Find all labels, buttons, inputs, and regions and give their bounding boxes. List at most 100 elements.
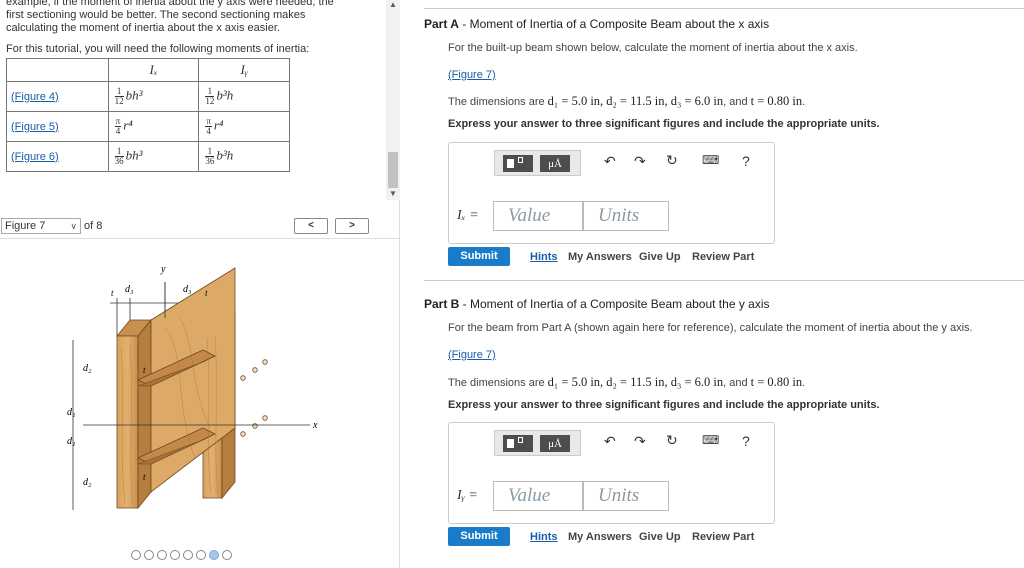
part-b-answer-box: μÅ ↶ ↷ ↻ ⌨ ? Iᵧ = Value Units xyxy=(448,422,775,524)
undo-icon[interactable]: ↶ xyxy=(604,433,616,450)
d1-label: d₁ xyxy=(67,436,75,447)
iy-equation-label: Iᵧ = xyxy=(457,488,478,503)
value-input[interactable]: Value xyxy=(493,201,583,231)
d1-label: d₁ xyxy=(67,407,75,418)
hints-link[interactable]: Hints xyxy=(530,531,558,543)
intro-line: calculating the moment of inertia about … xyxy=(6,22,280,34)
y-axis-label: y xyxy=(160,264,166,275)
table-row: (Figure 6) 1 36 bh³ 1 36 b³h xyxy=(6,141,290,172)
part-a-figure-link[interactable]: (Figure 7) xyxy=(448,69,496,81)
table-cell-ix: 1 36 bh³ xyxy=(107,141,200,172)
ix-equation-label: Iₓ = xyxy=(457,208,479,223)
divider xyxy=(0,238,400,239)
keyboard-icon[interactable]: ⌨ xyxy=(702,153,719,167)
pager-dot[interactable] xyxy=(157,550,167,560)
part-b-title: Part B - Moment of Inertia of a Composit… xyxy=(424,297,770,311)
table-cell-iy: 1 12 b³h xyxy=(198,81,290,112)
table-cell-iy: π 4 r⁴ xyxy=(198,111,290,142)
reset-icon[interactable]: ↻ xyxy=(666,152,678,169)
templates-icon xyxy=(503,155,533,172)
x-axis-label: x xyxy=(312,420,318,431)
pager-dot[interactable] xyxy=(196,550,206,560)
redo-icon[interactable]: ↷ xyxy=(634,153,646,170)
part-a-instruction: For the built-up beam shown below, calcu… xyxy=(448,42,858,54)
scroll-down-icon[interactable]: ▼ xyxy=(389,189,397,198)
part-b-instruction: For the beam from Part A (shown again he… xyxy=(448,322,973,334)
math-toolbar: μÅ ↶ ↷ ↻ ⌨ ? xyxy=(494,430,774,456)
review-part-link[interactable]: Review Part xyxy=(692,251,754,263)
pager-dot[interactable] xyxy=(144,550,154,560)
part-b-figure-link[interactable]: (Figure 7) xyxy=(448,349,496,361)
intro-line: example, if the moment of inertia about … xyxy=(6,0,334,8)
prev-figure-button[interactable]: < xyxy=(294,218,328,234)
help-icon[interactable]: ? xyxy=(742,153,750,169)
my-answers-link[interactable]: My Answers xyxy=(568,251,632,263)
figure-5-link[interactable]: (Figure 5) xyxy=(11,121,59,133)
templates-icon xyxy=(503,435,533,452)
my-answers-link[interactable]: My Answers xyxy=(568,531,632,543)
figure-select[interactable]: Figure 7 ∨ xyxy=(1,218,81,234)
undo-icon[interactable]: ↶ xyxy=(604,153,616,170)
chevron-down-icon: ∨ xyxy=(70,221,77,231)
part-a-submit-button[interactable]: Submit xyxy=(448,247,510,266)
part-b-express: Express your answer to three significant… xyxy=(448,399,880,411)
pager-dot[interactable] xyxy=(222,550,232,560)
intro-text: example, if the moment of inertia about … xyxy=(6,0,381,35)
tutorial-scroll-area: example, if the moment of inertia about … xyxy=(0,0,386,200)
review-part-link[interactable]: Review Part xyxy=(692,531,754,543)
t-label: t xyxy=(111,288,114,298)
give-up-link[interactable]: Give Up xyxy=(639,531,681,543)
table-cell-ix: π 4 r⁴ xyxy=(107,111,200,142)
table-header-iy: Iᵧ xyxy=(198,58,290,82)
part-a-answer-box: μÅ ↶ ↷ ↻ ⌨ ? Iₓ = Value Units xyxy=(448,142,775,244)
intro-line: first sectioning would be better. The se… xyxy=(6,9,306,21)
table-cell-ix: 1 12 bh³ xyxy=(107,81,200,112)
scrollbar-thumb[interactable] xyxy=(388,152,398,188)
divider xyxy=(424,8,1024,9)
figure-pager xyxy=(131,550,235,563)
hints-link[interactable]: Hints xyxy=(530,251,558,263)
tutorial-scrollbar[interactable]: ▲ ▼ xyxy=(386,0,400,200)
d3-label: d₃ xyxy=(183,284,192,295)
table-cell-iy: 1 36 b³h xyxy=(198,141,290,172)
intro-bottom-text: For this tutorial, you will need the fol… xyxy=(6,43,310,55)
help-icon[interactable]: ? xyxy=(742,433,750,449)
scroll-up-icon[interactable]: ▲ xyxy=(389,0,397,9)
figure-4-link[interactable]: (Figure 4) xyxy=(11,91,59,103)
templates-button[interactable]: μÅ xyxy=(494,150,581,176)
pager-dot[interactable] xyxy=(170,550,180,560)
beam-figure: y x t d₃ d₃ t t t d₂ d₁ d₁ d₂ xyxy=(67,264,318,510)
moments-table: Iₓ Iᵧ (Figure 4) 1 12 bh³ 1 12 b³h (Figure 5… xyxy=(6,58,290,172)
question-pane: Part A - Moment of Inertia of a Composit… xyxy=(416,0,1024,568)
units-button[interactable]: μÅ xyxy=(540,435,570,452)
keyboard-icon[interactable]: ⌨ xyxy=(702,433,719,447)
d3-label: d₃ xyxy=(125,284,134,295)
d2-label: d₂ xyxy=(83,477,92,488)
next-figure-button[interactable]: > xyxy=(335,218,369,234)
table-header-ix: Iₓ xyxy=(107,58,200,82)
reset-icon[interactable]: ↻ xyxy=(666,432,678,449)
part-b-submit-button[interactable]: Submit xyxy=(448,527,510,546)
table-header-row: Iₓ Iᵧ xyxy=(6,58,290,82)
templates-button[interactable]: μÅ xyxy=(494,430,581,456)
pager-dot[interactable] xyxy=(209,550,219,560)
left-board xyxy=(116,335,139,509)
units-input[interactable]: Units xyxy=(583,201,669,231)
units-button[interactable]: μÅ xyxy=(540,155,570,172)
units-input[interactable]: Units xyxy=(583,481,669,511)
table-row: (Figure 5) π 4 r⁴ π 4 r⁴ xyxy=(6,111,290,142)
part-a-express: Express your answer to three significant… xyxy=(448,118,880,130)
table-row: (Figure 4) 1 12 bh³ 1 12 b³h xyxy=(6,81,290,112)
figure-pane: example, if the moment of inertia about … xyxy=(0,0,400,568)
pager-dot[interactable] xyxy=(131,550,141,560)
figure-6-link[interactable]: (Figure 6) xyxy=(11,151,59,163)
value-input[interactable]: Value xyxy=(493,481,583,511)
table-header-empty xyxy=(6,58,109,82)
give-up-link[interactable]: Give Up xyxy=(639,251,681,263)
d2-label: d₂ xyxy=(83,363,92,374)
figure-select-value: Figure 7 xyxy=(5,220,46,232)
figure-count: of 8 xyxy=(84,220,103,232)
divider xyxy=(424,280,1024,281)
redo-icon[interactable]: ↷ xyxy=(634,433,646,450)
pager-dot[interactable] xyxy=(183,550,193,560)
